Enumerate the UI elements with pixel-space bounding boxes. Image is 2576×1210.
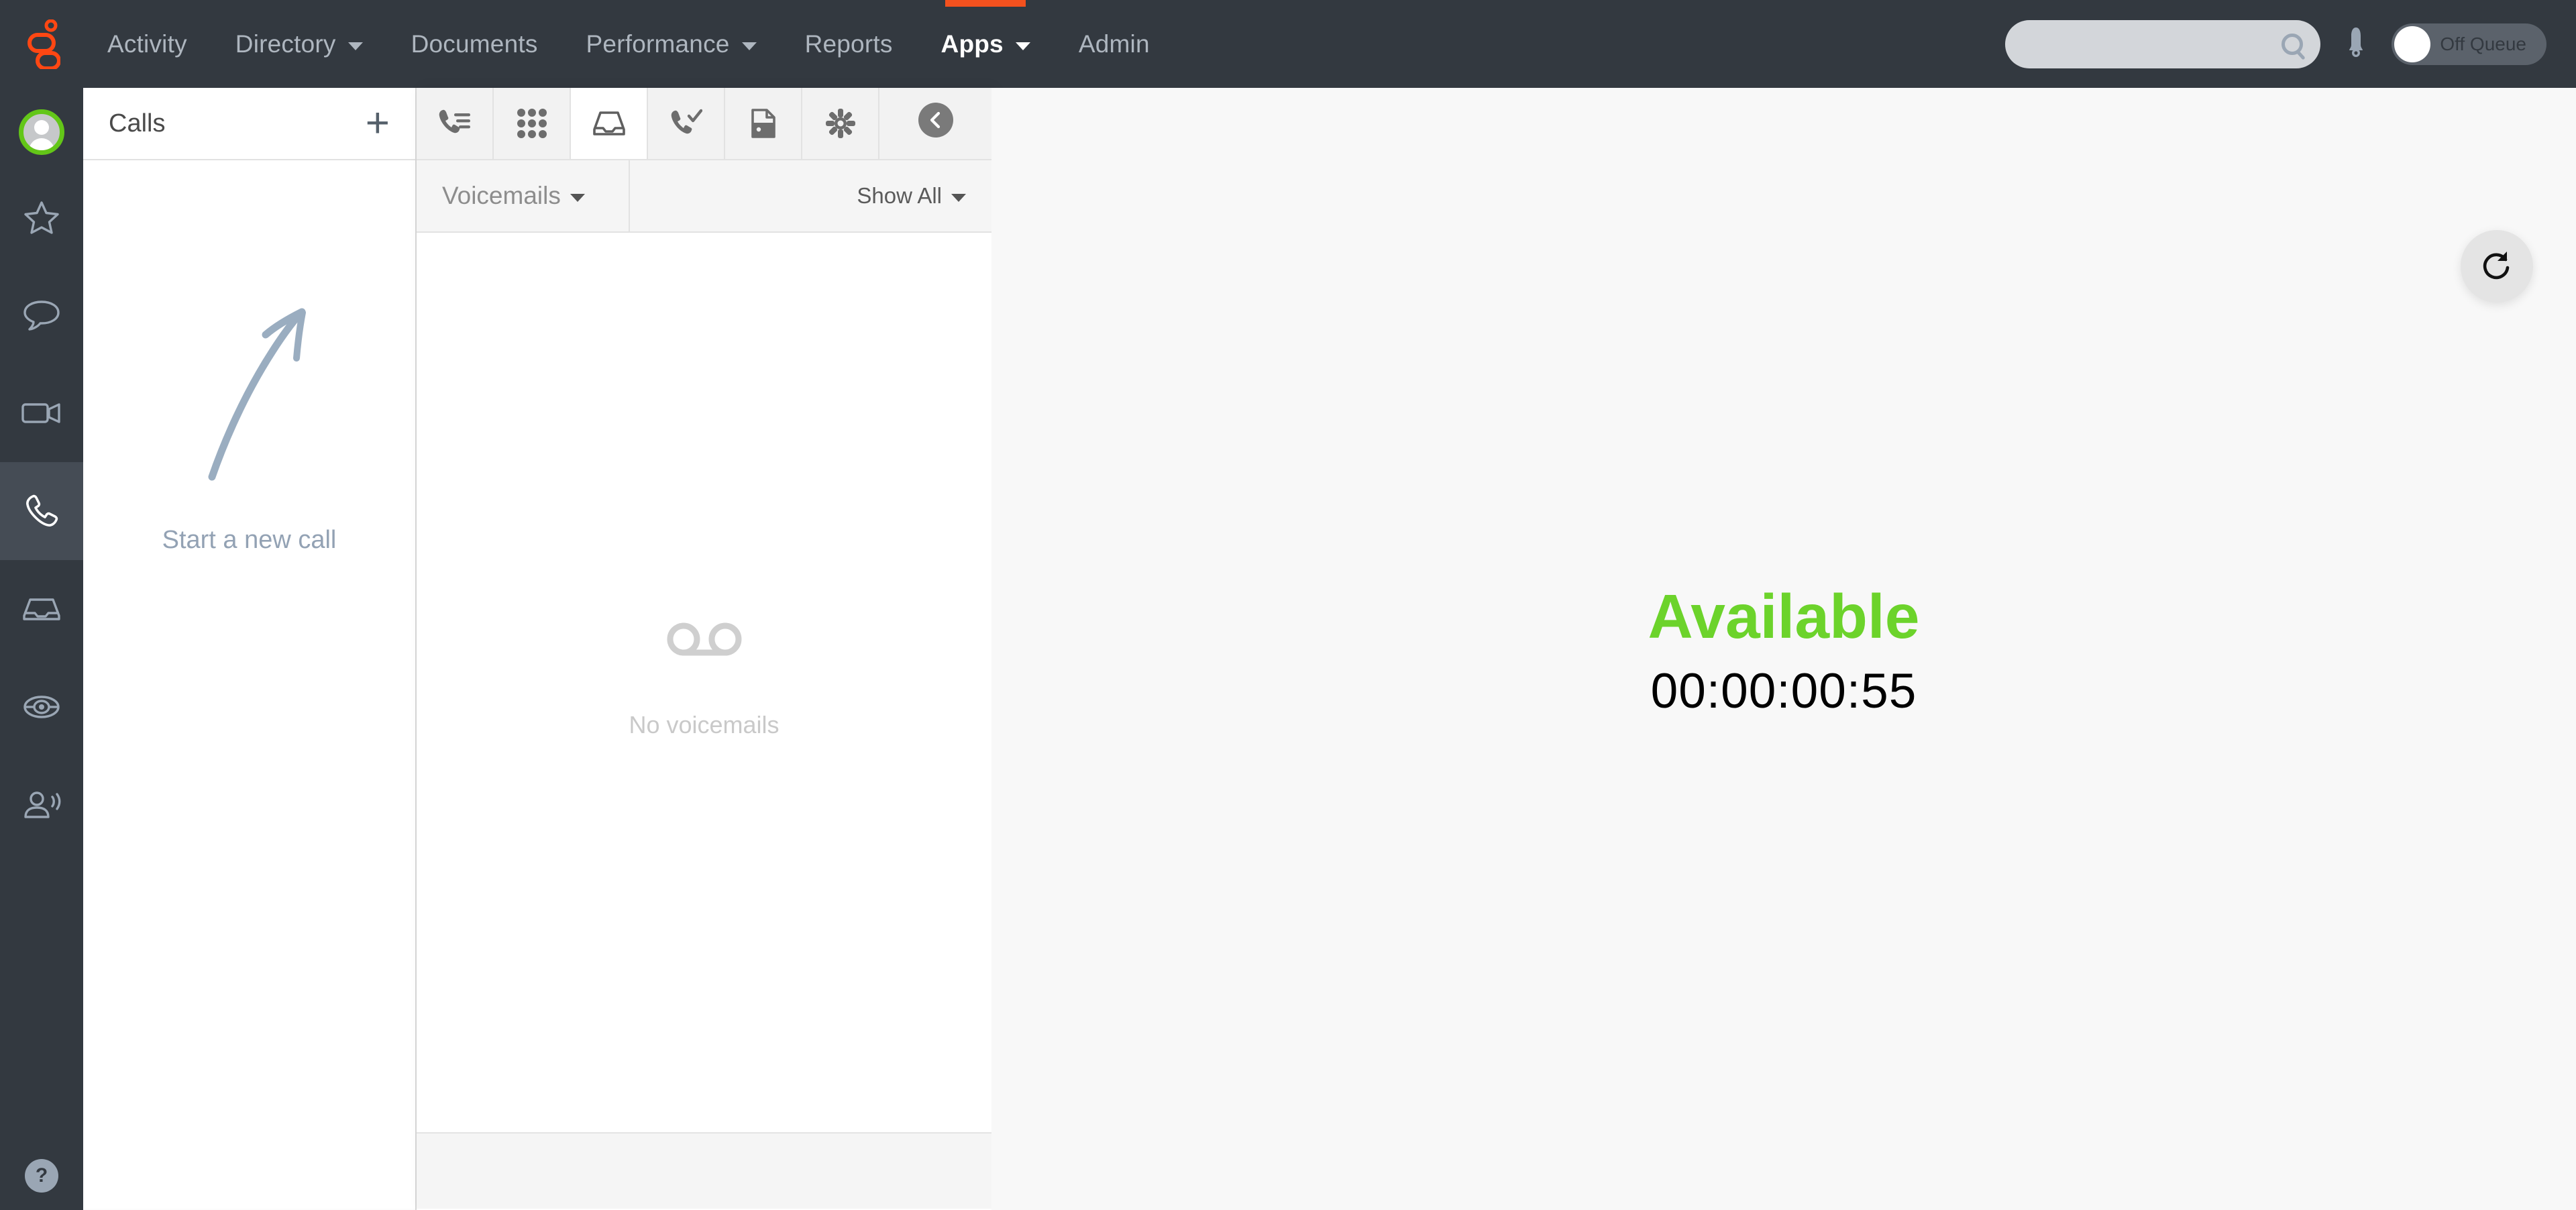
nav-label: Documents xyxy=(411,30,538,58)
refresh-button[interactable] xyxy=(2461,230,2533,302)
toggle-knob xyxy=(2394,25,2431,62)
nav-label: Directory xyxy=(235,30,336,58)
nav-label: Activity xyxy=(107,30,187,58)
nav-label: Reports xyxy=(804,30,893,58)
calls-panel-header: Calls + xyxy=(83,88,415,160)
sidebar-item-favorites[interactable] xyxy=(0,168,83,266)
sidebar-item-chat[interactable] xyxy=(0,266,83,364)
sidebar-item-video[interactable] xyxy=(0,364,83,462)
global-search[interactable] xyxy=(2002,19,2321,68)
video-camera-icon xyxy=(21,403,60,423)
nav-right-cluster: Off Queue xyxy=(2002,0,2576,88)
phone-list-icon xyxy=(439,109,470,133)
nav-label: Admin xyxy=(1078,30,1150,58)
chevron-down-icon xyxy=(347,42,363,50)
sidebar-item-calls[interactable] xyxy=(0,462,83,560)
chevron-down-icon xyxy=(1015,42,1030,50)
inbox-tray-icon xyxy=(23,598,60,620)
nav-label: Apps xyxy=(941,30,1004,58)
tool-dialpad[interactable] xyxy=(494,88,571,159)
avatar-presence-ring xyxy=(19,109,64,155)
nav-item-reports[interactable]: Reports xyxy=(781,0,917,88)
voicemail-category-label: Voicemails xyxy=(442,182,561,209)
tool-voicemail-inbox[interactable] xyxy=(571,88,648,159)
add-call-button[interactable]: + xyxy=(366,103,390,145)
show-all-dropdown[interactable]: Show All xyxy=(857,183,966,209)
avatar[interactable] xyxy=(0,88,83,168)
person-speaking-icon xyxy=(24,791,61,818)
primary-nav: Activity Directory Documents Performance… xyxy=(83,0,1174,88)
dialpad-icon xyxy=(517,109,547,138)
status-badge: Available xyxy=(1648,582,1920,651)
page-title: Calls xyxy=(109,109,166,138)
sidebar-item-inbox[interactable] xyxy=(0,560,83,658)
tool-settings[interactable] xyxy=(802,88,879,159)
queue-status-label: Off Queue xyxy=(2440,33,2526,54)
calls-panel: Calls + Start a new call xyxy=(83,88,417,1210)
left-app-rail: ? xyxy=(0,88,83,1210)
collapse-panel-button[interactable] xyxy=(879,88,991,159)
sidebar-item-contact-center[interactable] xyxy=(0,756,83,854)
show-all-label: Show All xyxy=(857,183,942,208)
star-icon xyxy=(24,201,59,234)
calls-empty-state: Start a new call xyxy=(83,160,415,1209)
tool-callback[interactable] xyxy=(648,88,725,159)
phone-handset-icon xyxy=(26,494,58,527)
search-input[interactable] xyxy=(2002,19,2282,68)
notifications-button[interactable] xyxy=(2345,26,2367,62)
start-new-call-hint: Start a new call xyxy=(162,526,337,554)
tool-secure-pause[interactable] xyxy=(725,88,802,159)
agent-status-block: Available 00:00:00:55 xyxy=(991,584,2576,719)
refresh-icon xyxy=(2483,252,2510,280)
target-eye-icon xyxy=(23,696,60,718)
voicemail-empty-label: No voicemails xyxy=(629,710,780,738)
genesys-logo[interactable] xyxy=(0,0,83,88)
nav-item-activity[interactable]: Activity xyxy=(83,0,211,88)
bell-icon xyxy=(2349,28,2363,57)
chevron-left-circle-icon xyxy=(918,103,953,138)
nav-item-directory[interactable]: Directory xyxy=(211,0,387,88)
hand-drawn-up-right-arrow-icon xyxy=(208,308,306,481)
help-question-icon: ? xyxy=(25,1159,58,1193)
voicemail-filter-row: Voicemails Show All xyxy=(417,160,991,233)
chevron-down-icon xyxy=(951,194,966,202)
interaction-panel: Voicemails Show All No voicemails xyxy=(417,88,991,1210)
chevron-down-icon xyxy=(741,42,757,50)
nav-item-apps[interactable]: Apps xyxy=(917,0,1055,88)
tool-call-history[interactable] xyxy=(417,88,494,159)
top-navigation-bar: Activity Directory Documents Performance… xyxy=(0,0,2576,88)
nav-item-documents[interactable]: Documents xyxy=(387,0,562,88)
voicemail-icon xyxy=(666,622,741,655)
phone-check-icon xyxy=(671,109,702,134)
voicemail-list[interactable]: No voicemails xyxy=(417,233,991,1132)
secure-document-icon xyxy=(751,109,775,138)
genesys-logo-icon xyxy=(28,19,60,69)
main-stage: Available 00:00:00:55 xyxy=(991,88,2576,1210)
sidebar-item-supervisor[interactable] xyxy=(0,658,83,756)
voicemail-panel-footer xyxy=(417,1132,991,1209)
chat-bubble-icon xyxy=(23,300,60,331)
status-timer: 00:00:00:55 xyxy=(1650,663,1917,718)
search-icon xyxy=(2282,33,2304,55)
queue-status-toggle[interactable]: Off Queue xyxy=(2392,23,2546,65)
voicemail-empty-state: No voicemails xyxy=(629,622,780,739)
inbox-tray-icon xyxy=(592,111,625,135)
help-button[interactable]: ? xyxy=(0,1159,83,1193)
voicemail-category-dropdown[interactable]: Voicemails xyxy=(417,160,630,231)
nav-label: Performance xyxy=(586,30,730,58)
gear-icon xyxy=(825,109,855,138)
interaction-toolbar xyxy=(417,88,991,160)
chevron-down-icon xyxy=(570,194,585,202)
nav-item-admin[interactable]: Admin xyxy=(1055,0,1174,88)
nav-item-performance[interactable]: Performance xyxy=(562,0,781,88)
